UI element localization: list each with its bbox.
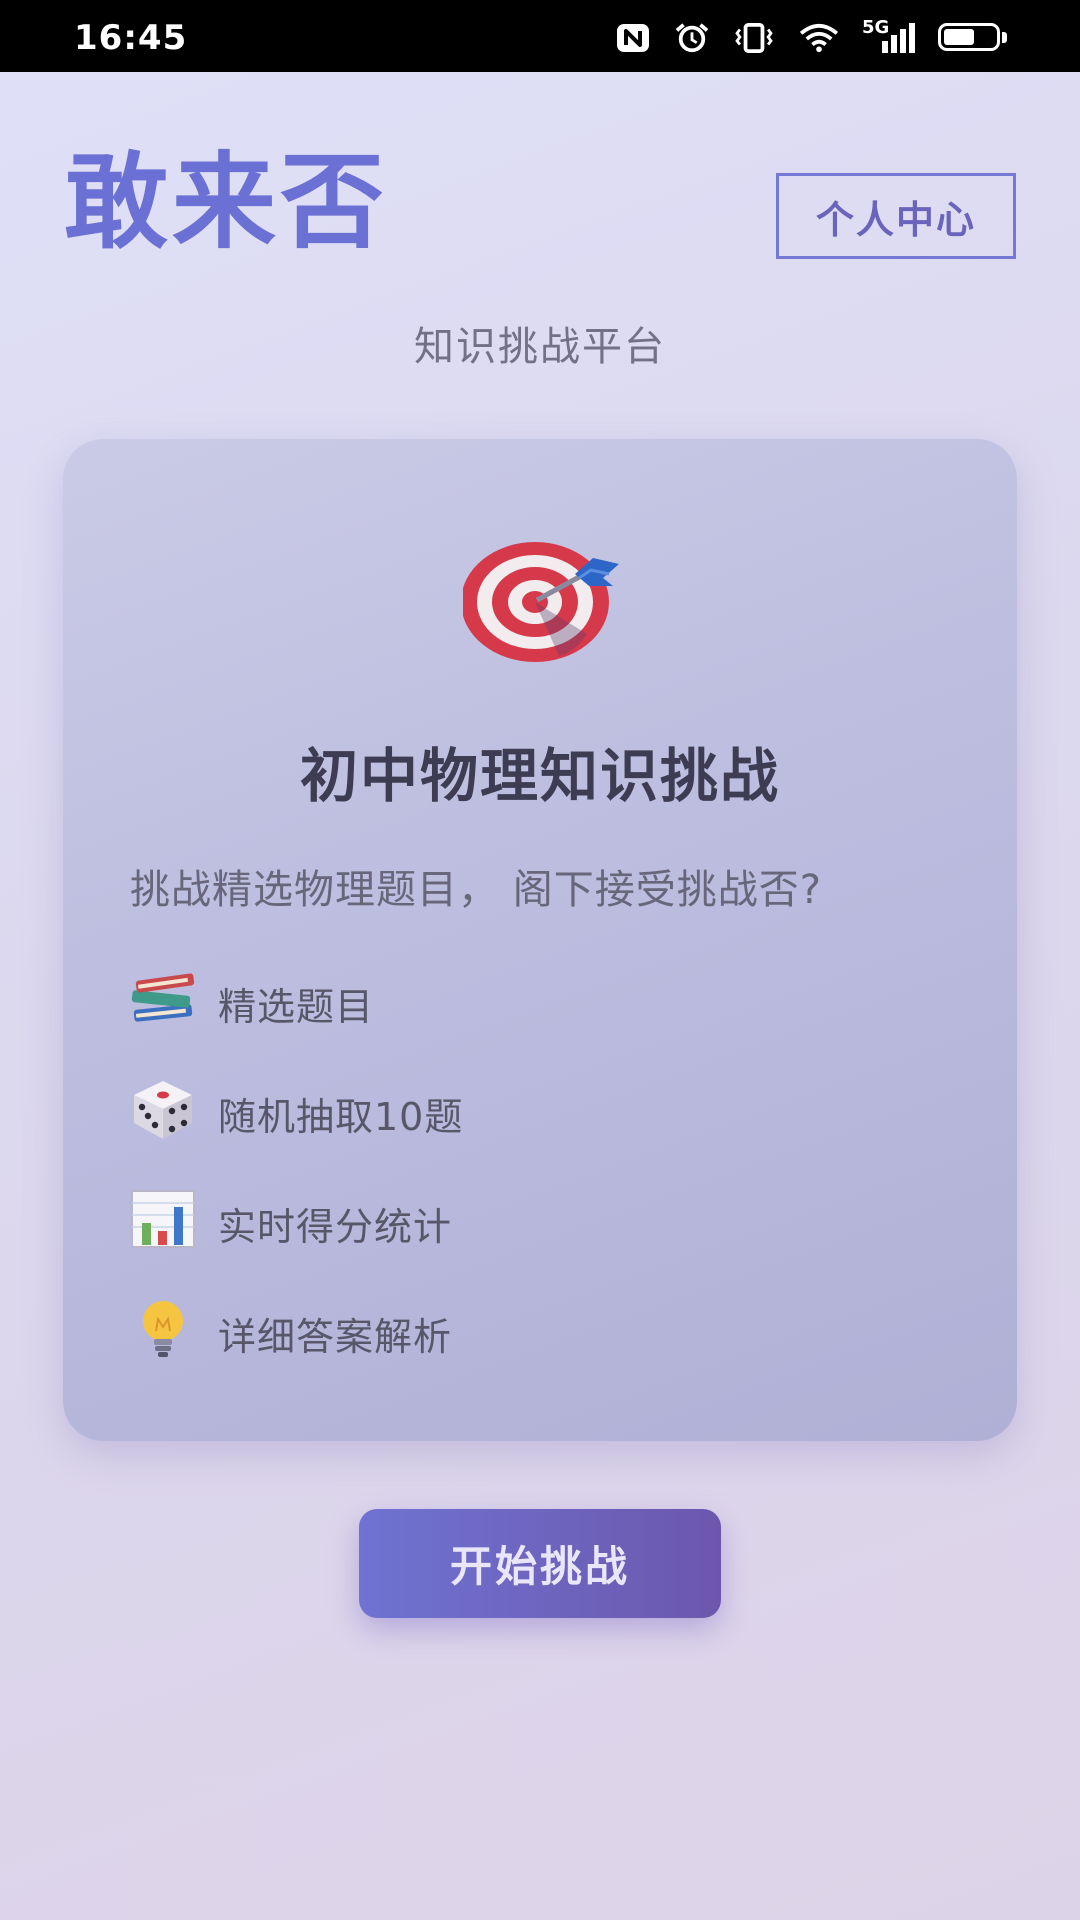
battery-icon <box>938 22 1010 54</box>
status-time: 16:45 <box>74 18 188 58</box>
card-description: 挑战精选物理题目， 阁下接受挑战否? <box>130 867 822 913</box>
vibrate-icon <box>735 22 773 54</box>
signal-icon <box>882 23 915 53</box>
lightbulb-icon <box>143 1301 183 1357</box>
feature-label: 详细答案解析 <box>218 1315 453 1359</box>
start-challenge-button[interactable]: 开始挑战 <box>359 1509 721 1618</box>
alarm-icon <box>675 23 709 53</box>
feature-item: 实时得分统计 <box>128 1184 451 1254</box>
feature-item: 详细答案解析 <box>128 1294 451 1364</box>
app-subtitle: 知识挑战平台 <box>414 324 666 370</box>
status-icons: 5G <box>614 17 1010 56</box>
network-type: 5G <box>862 17 918 55</box>
bar-chart-icon <box>131 1190 195 1248</box>
feature-item: 精选题目 <box>128 964 373 1034</box>
feature-label: 随机抽取10题 <box>218 1095 464 1139</box>
feature-item: 随机抽取10题 <box>128 1074 462 1144</box>
books-icon <box>131 973 195 1022</box>
card-title: 初中物理知识挑战 <box>299 742 780 810</box>
wifi-icon <box>799 23 839 53</box>
status-bar: 16:45 5G <box>0 0 1080 72</box>
app-title: 敢来否 <box>64 141 389 263</box>
feature-label: 精选题目 <box>218 985 375 1029</box>
profile-button[interactable]: 个人中心 <box>776 173 1016 259</box>
target-icon <box>463 542 619 662</box>
nfc-icon <box>617 24 649 52</box>
feature-label: 实时得分统计 <box>218 1205 453 1249</box>
challenge-card: 初中物理知识挑战 挑战精选物理题目， 阁下接受挑战否? 精选题目 随机抽取10题… <box>63 439 1017 1441</box>
dice-icon <box>134 1081 192 1139</box>
